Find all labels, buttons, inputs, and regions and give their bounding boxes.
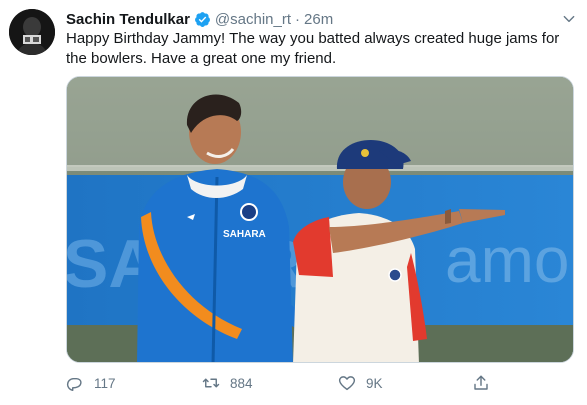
retweet-count: 884 [230,375,253,391]
tweet-photo[interactable]: SAHARA amo SAHARA [66,76,574,363]
heart-icon [338,376,356,391]
author-handle[interactable]: @sachin_rt [215,11,291,28]
reply-icon [66,377,82,391]
avatar-image [9,9,55,55]
retweet-button[interactable]: 884 [202,372,253,394]
banner-text-right: amo [445,224,570,296]
avatar[interactable] [9,9,55,55]
tweet-card[interactable]: Sachin Tendulkar @sachin_rt · 26m Happy … [0,0,587,405]
chevron-down-icon[interactable] [562,12,576,26]
tweet-text: Happy Birthday Jammy! The way you batted… [66,30,560,67]
photo-image: SAHARA amo SAHARA [67,77,573,362]
like-button[interactable]: 9K [338,372,383,394]
reply-button[interactable]: 117 [66,372,116,394]
jersey-text: SAHARA [223,229,266,240]
share-button[interactable] [472,372,490,394]
like-count: 9K [366,375,383,391]
separator-dot: · [295,10,301,28]
tweet-actions: 117 884 9K [66,372,496,394]
verified-badge-icon [194,11,211,28]
retweet-icon [202,378,220,388]
share-icon [474,375,488,390]
tweet-timestamp[interactable]: 26m [304,11,333,28]
author-name[interactable]: Sachin Tendulkar [66,11,190,28]
tweet-header: Sachin Tendulkar @sachin_rt · 26m [66,9,333,29]
reply-count: 117 [94,375,116,391]
